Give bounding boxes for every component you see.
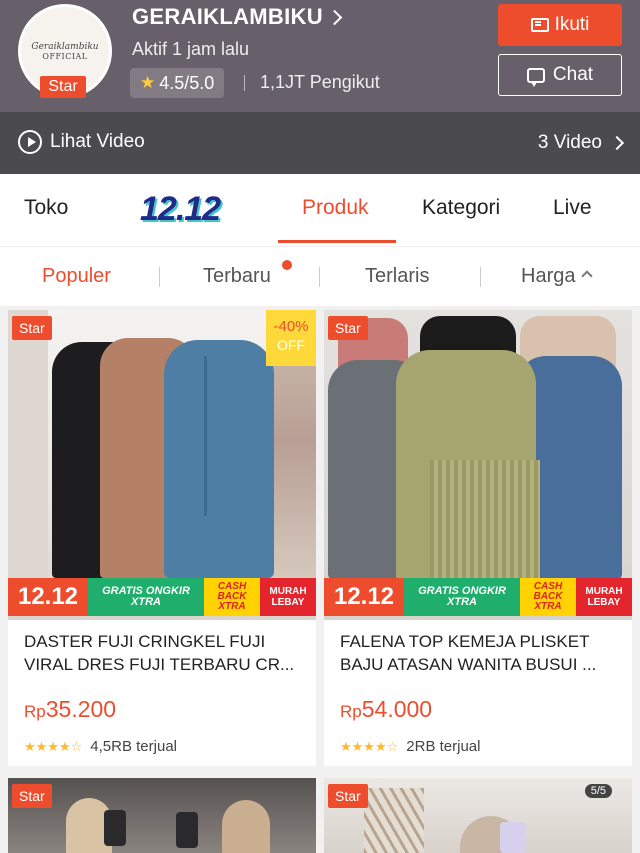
- chevron-right-icon: [609, 135, 625, 151]
- follow-label: Ikuti: [554, 14, 590, 35]
- price-value: 54.000: [361, 696, 433, 722]
- shop-rating: ★ 4.5/5.0: [130, 68, 225, 98]
- price-currency: Rp: [340, 702, 362, 721]
- chat-button[interactable]: Chat: [498, 54, 622, 96]
- product-title: FALENA TOP KEMEJA PLISKET BAJU ATASAN WA…: [340, 632, 597, 674]
- chat-icon: [526, 67, 545, 87]
- product-card[interactable]: Star 12.12 GRATIS ONGKIR XTRA CASH BACK …: [324, 310, 632, 766]
- promo-murah-lebay: MURAH LEBAY: [576, 578, 632, 616]
- product-card[interactable]: Star -40% OFF 12.12 GRATIS ONGKIR XTRA C…: [8, 310, 316, 766]
- promo-1212: 12.12: [8, 578, 88, 616]
- product-title: DASTER FUJI CRINGKEL FUJI VIRAL DRES FUJ…: [24, 632, 295, 674]
- video-count-link[interactable]: 3 Video: [537, 132, 625, 154]
- video-count: 3 Video: [537, 132, 602, 153]
- divider: [244, 75, 245, 91]
- video-bar[interactable]: Lihat Video 3 Video: [0, 112, 640, 174]
- promo-gratis-ongkir: GRATIS ONGKIR XTRA: [88, 578, 204, 616]
- star-badge: Star: [328, 316, 368, 340]
- star-badge: Star: [12, 784, 52, 808]
- divider: [159, 267, 160, 287]
- divider: [319, 267, 320, 287]
- shop-tabs: Toko 12.12 Produk Kategori Live: [0, 174, 640, 246]
- image-page-badge: 5/5: [584, 784, 612, 798]
- new-indicator-dot: [282, 260, 292, 270]
- rating-stars-icon: ★★★★☆: [340, 738, 399, 754]
- sort-harga-label: Harga: [521, 265, 576, 287]
- star-badge: Star: [328, 784, 368, 808]
- watch-video-label: Lihat Video: [50, 131, 145, 152]
- tab-produk[interactable]: Produk: [302, 196, 369, 220]
- promo-1212: 12.12: [324, 578, 404, 616]
- star-icon: ★: [140, 73, 156, 92]
- divider: [480, 267, 481, 287]
- star-seller-badge: Star: [40, 76, 86, 98]
- rating-value: 4.5/5.0: [159, 72, 215, 93]
- product-image: [324, 310, 632, 620]
- price-value: 35.200: [45, 696, 117, 722]
- discount-badge: -40% OFF: [266, 310, 316, 366]
- shop-active-status: Aktif 1 jam lalu: [132, 39, 250, 59]
- sort-bar: Populer Terbaru Terlaris Harga: [0, 246, 640, 306]
- product-sold: ★★★★☆ 2RB terjual: [340, 738, 480, 755]
- sort-arrows-icon: [581, 270, 594, 282]
- product-image: [8, 778, 316, 853]
- promo-banner: 12.12 GRATIS ONGKIR XTRA CASH BACK XTRA …: [8, 578, 316, 616]
- watch-video-link[interactable]: Lihat Video: [18, 130, 145, 154]
- follow-button[interactable]: Ikuti: [498, 4, 622, 46]
- tab-live[interactable]: Live: [553, 196, 592, 220]
- follow-icon: [530, 18, 549, 32]
- tab-kategori[interactable]: Kategori: [422, 196, 500, 220]
- sort-terbaru[interactable]: Terbaru: [203, 265, 271, 288]
- discount-value: -40%: [273, 318, 309, 335]
- promo-gratis-ongkir: GRATIS ONGKIR XTRA: [404, 578, 520, 616]
- play-icon: [18, 130, 42, 154]
- sort-terlaris[interactable]: Terlaris: [365, 265, 429, 288]
- avatar-brand-text: Geraiklambiku: [31, 41, 99, 52]
- product-price: Rp54.000: [340, 696, 432, 723]
- sold-count: 4,5RB terjual: [90, 738, 177, 755]
- chat-label: Chat: [552, 64, 594, 85]
- active-tab-indicator: [278, 240, 396, 243]
- promo-cashback: CASH BACK XTRA: [204, 578, 260, 616]
- star-badge: Star: [12, 316, 52, 340]
- product-card[interactable]: Star 5/5: [324, 778, 632, 853]
- promo-murah-lebay: MURAH LEBAY: [260, 578, 316, 616]
- promo-banner: 12.12 GRATIS ONGKIR XTRA CASH BACK XTRA …: [324, 578, 632, 616]
- rating-stars-icon: ★★★★☆: [24, 738, 83, 754]
- sold-count: 2RB terjual: [406, 738, 481, 755]
- tab-toko[interactable]: Toko: [24, 196, 68, 220]
- shop-header: Geraiklambiku OFFICIAL Star GERAIKLAMBIK…: [0, 0, 640, 112]
- follower-count: 1,1JT Pengikut: [260, 72, 380, 92]
- sort-harga[interactable]: Harga: [521, 265, 594, 288]
- promo-cashback: CASH BACK XTRA: [520, 578, 576, 616]
- shop-name-link[interactable]: GERAIKLAMBIKU: [132, 4, 343, 30]
- shop-name: GERAIKLAMBIKU: [132, 4, 323, 29]
- price-currency: Rp: [24, 702, 46, 721]
- sort-populer[interactable]: Populer: [42, 265, 111, 288]
- chevron-right-icon: [326, 9, 343, 25]
- product-price: Rp35.200: [24, 696, 116, 723]
- product-sold: ★★★★☆ 4,5RB terjual: [24, 738, 177, 755]
- discount-off-label: OFF: [277, 337, 305, 353]
- avatar-sub-text: OFFICIAL: [42, 51, 88, 61]
- product-card[interactable]: Star: [8, 778, 316, 853]
- tab-1212-logo[interactable]: 12.12: [140, 190, 221, 229]
